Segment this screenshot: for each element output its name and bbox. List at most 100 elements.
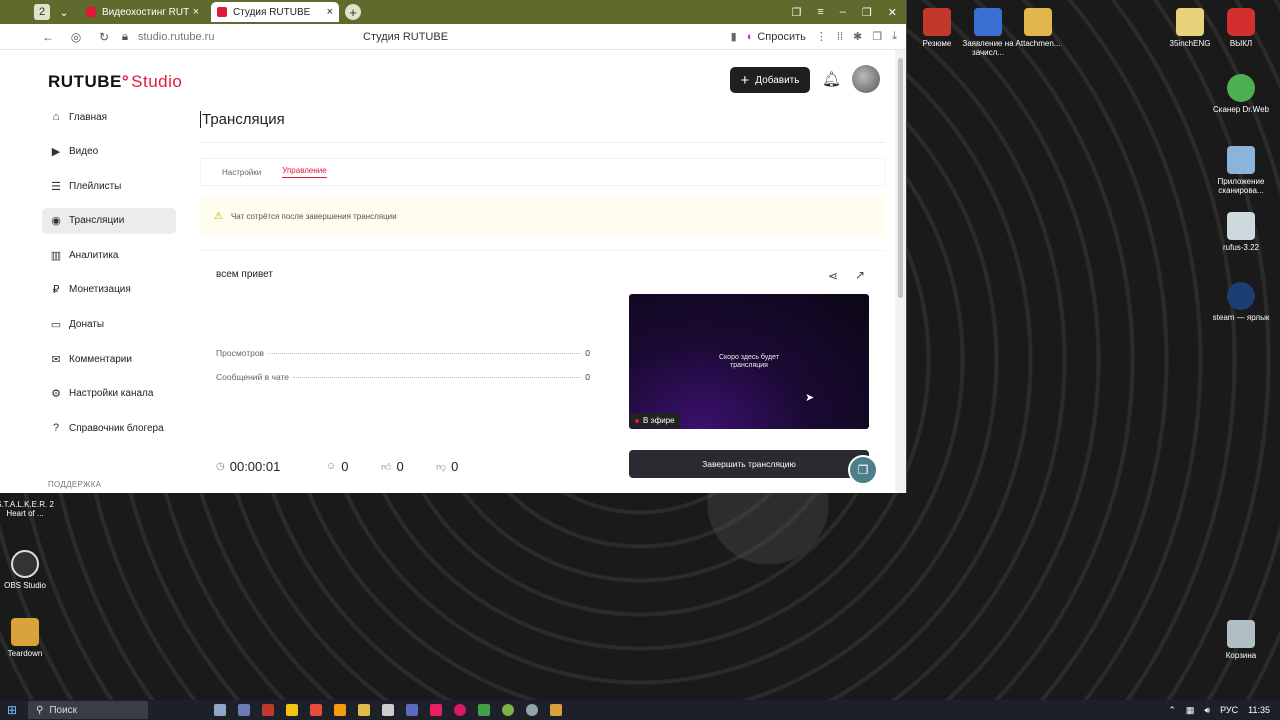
- close-window-icon[interactable]: ✕: [888, 6, 897, 19]
- chat-notice: ⚠ Чат сотрётся после завершения трансляц…: [200, 197, 885, 235]
- tab-settings[interactable]: Настройки: [222, 168, 261, 177]
- desktop-icon-drweb[interactable]: Сканер Dr.Web: [1211, 74, 1271, 114]
- chevron-down-icon[interactable]: ⌄: [54, 2, 74, 22]
- user-icon: ☺: [326, 461, 337, 472]
- app-icon[interactable]: [478, 704, 490, 716]
- calendar-icon[interactable]: [238, 704, 250, 716]
- tab-studio[interactable]: Студия RUTUBE ×: [211, 2, 339, 22]
- add-button[interactable]: + Добавить: [730, 67, 810, 93]
- sidebar-item-monetization[interactable]: ₽ Монетизация: [42, 277, 176, 303]
- collections-icon[interactable]: ❐: [872, 30, 882, 43]
- browser-window: 2 ⌄ Видеохостинг RUTUBE. С × Студия RUTU…: [0, 0, 907, 493]
- clock[interactable]: 11:35: [1248, 705, 1270, 715]
- address-bar-actions: ▮ ◐ Спросить ⋮ ⁞⁞ ✱ ❐ ⤓: [731, 30, 906, 43]
- settings-icon[interactable]: [382, 704, 394, 716]
- teardown-icon: [11, 618, 39, 646]
- mouse-cursor-icon: ➤: [805, 392, 815, 404]
- sidebar-item-channel-settings[interactable]: ⚙ Настройки канала: [42, 381, 176, 407]
- url-field[interactable]: studio.rutube.ru: [138, 31, 288, 43]
- bookmark-icon[interactable]: ▮: [731, 30, 737, 43]
- chevron-up-icon[interactable]: ⌃: [1168, 705, 1176, 716]
- chat-popout-button[interactable]: ❐: [848, 455, 878, 485]
- close-icon[interactable]: ×: [193, 6, 199, 18]
- app-icon[interactable]: [550, 704, 562, 716]
- audio-icon[interactable]: ⁞⁞: [837, 31, 843, 43]
- sidebar-item-donations[interactable]: ▭ Донаты: [42, 312, 176, 338]
- desktop-icon-shutdown[interactable]: ВЫКЛ: [1211, 8, 1271, 48]
- extension-icon[interactable]: ✱: [853, 30, 862, 43]
- desktop-icon-rufus[interactable]: rufus-3.22: [1211, 212, 1271, 252]
- home-icon: ⌂: [52, 111, 60, 123]
- stream-card: всем привет ⋖ ↗ Просмотров 0 Сообщений в…: [200, 250, 885, 493]
- app-icon[interactable]: [310, 704, 322, 716]
- taskbar-apps: [214, 704, 562, 716]
- reload-icon[interactable]: ↻: [90, 30, 118, 44]
- likes-counter: 👍︎ 0: [381, 459, 404, 474]
- menu-icon[interactable]: ≡: [817, 6, 823, 19]
- app-icon[interactable]: [262, 704, 274, 716]
- desktop-icon-steam[interactable]: steam — ярлык: [1211, 282, 1271, 322]
- app-icon[interactable]: [502, 704, 514, 716]
- sidebar-item-broadcasts[interactable]: ◉ Трансляции: [42, 207, 176, 234]
- sidebar-item-comments[interactable]: ✉ Комментарии: [42, 346, 176, 372]
- page-scrollbar[interactable]: [895, 50, 906, 493]
- tab-rutube[interactable]: Видеохостинг RUTUBE. С ×: [80, 2, 205, 22]
- share-icon[interactable]: ⋖: [828, 269, 838, 283]
- desktop-icon-recycle-bin[interactable]: Корзина: [1211, 620, 1271, 660]
- lang-indicator[interactable]: РУС: [1220, 705, 1238, 715]
- bookmarks-icon[interactable]: ❐: [791, 6, 801, 19]
- sidebar-item-video[interactable]: ▶ Видео: [42, 139, 176, 165]
- dotted-leader: [293, 377, 582, 378]
- settings-icon: ⚙: [51, 388, 61, 401]
- taskbar-search[interactable]: ⚲ Поиск: [28, 701, 148, 719]
- explorer-icon[interactable]: [358, 704, 370, 716]
- taskbar: ⊞ ⚲ Поиск ⌃ ▦ 🔊︎ РУС 11:35: [0, 700, 1280, 720]
- windows-start-icon[interactable]: ⊞: [0, 703, 24, 717]
- desktop-icon-attachments[interactable]: Attachmen...: [1008, 8, 1068, 48]
- shield-icon[interactable]: ◎: [62, 30, 90, 44]
- sidebar-nav: ⌂ Главная ▶ Видео ☰ Плейлисты ◉ Трансляции ▥…: [42, 104, 176, 450]
- scanner-icon: [1227, 146, 1255, 174]
- network-icon[interactable]: ▦: [1186, 705, 1195, 716]
- sidebar-item-blogger-guide[interactable]: ? Справочник блогера: [42, 415, 176, 441]
- desktop-icon-stalker[interactable]: S.T.A.L.K.E.R. 2 Heart of ...: [0, 500, 55, 518]
- external-link-icon[interactable]: ↗: [855, 268, 865, 282]
- task-view-icon[interactable]: [214, 704, 226, 716]
- restore-icon[interactable]: ❐: [862, 6, 872, 19]
- minimize-icon[interactable]: –: [840, 6, 846, 19]
- download-icon[interactable]: ⤓: [892, 30, 897, 43]
- volume-icon[interactable]: 🔊︎: [1204, 705, 1210, 716]
- avatar[interactable]: [852, 65, 880, 93]
- back-icon[interactable]: ←: [34, 30, 62, 44]
- end-stream-button[interactable]: Завершить трансляцию: [629, 450, 869, 478]
- browser-icon[interactable]: [286, 704, 298, 716]
- tab-counter[interactable]: 2: [34, 4, 50, 20]
- app-icon[interactable]: [406, 704, 418, 716]
- power-icon: [1227, 8, 1255, 36]
- word-document-icon: [974, 8, 1002, 36]
- new-tab-button[interactable]: +: [345, 4, 361, 20]
- rutube-studio-logo[interactable]: RUTUBE° Studio: [48, 72, 182, 92]
- sidebar-item-playlists[interactable]: ☰ Плейлисты: [42, 173, 176, 199]
- obs-taskbar-icon[interactable]: [526, 704, 538, 716]
- recycle-bin-icon: [1227, 620, 1255, 648]
- sidebar-item-home[interactable]: ⌂ Главная: [42, 104, 176, 130]
- divider: [200, 142, 885, 143]
- desktop-icon-scanner[interactable]: Приложение сканирова...: [1211, 146, 1271, 195]
- document-icon: [923, 8, 951, 36]
- app-icon[interactable]: [430, 704, 442, 716]
- app-icon[interactable]: [334, 704, 346, 716]
- bell-icon[interactable]: 🔔︎: [822, 70, 841, 88]
- more-icon[interactable]: ⋮: [816, 30, 827, 43]
- sidebar-item-analytics[interactable]: ▥ Аналитика: [42, 242, 176, 268]
- desktop-icon-teardown[interactable]: Teardown: [0, 618, 55, 658]
- tab-management[interactable]: Управление: [282, 166, 327, 178]
- lock-icon: 🔒︎: [121, 29, 129, 43]
- desktop-icon-obs[interactable]: OBS Studio: [0, 550, 55, 590]
- scrollbar-thumb[interactable]: [898, 58, 903, 298]
- stream-preview[interactable]: Скоро здесь будет трансляция В эфире ➤: [629, 294, 869, 429]
- app-icon[interactable]: [454, 704, 466, 716]
- ask-button[interactable]: ◐ Спросить: [747, 31, 806, 43]
- close-icon[interactable]: ×: [327, 6, 333, 18]
- live-dot-icon: [635, 418, 639, 423]
